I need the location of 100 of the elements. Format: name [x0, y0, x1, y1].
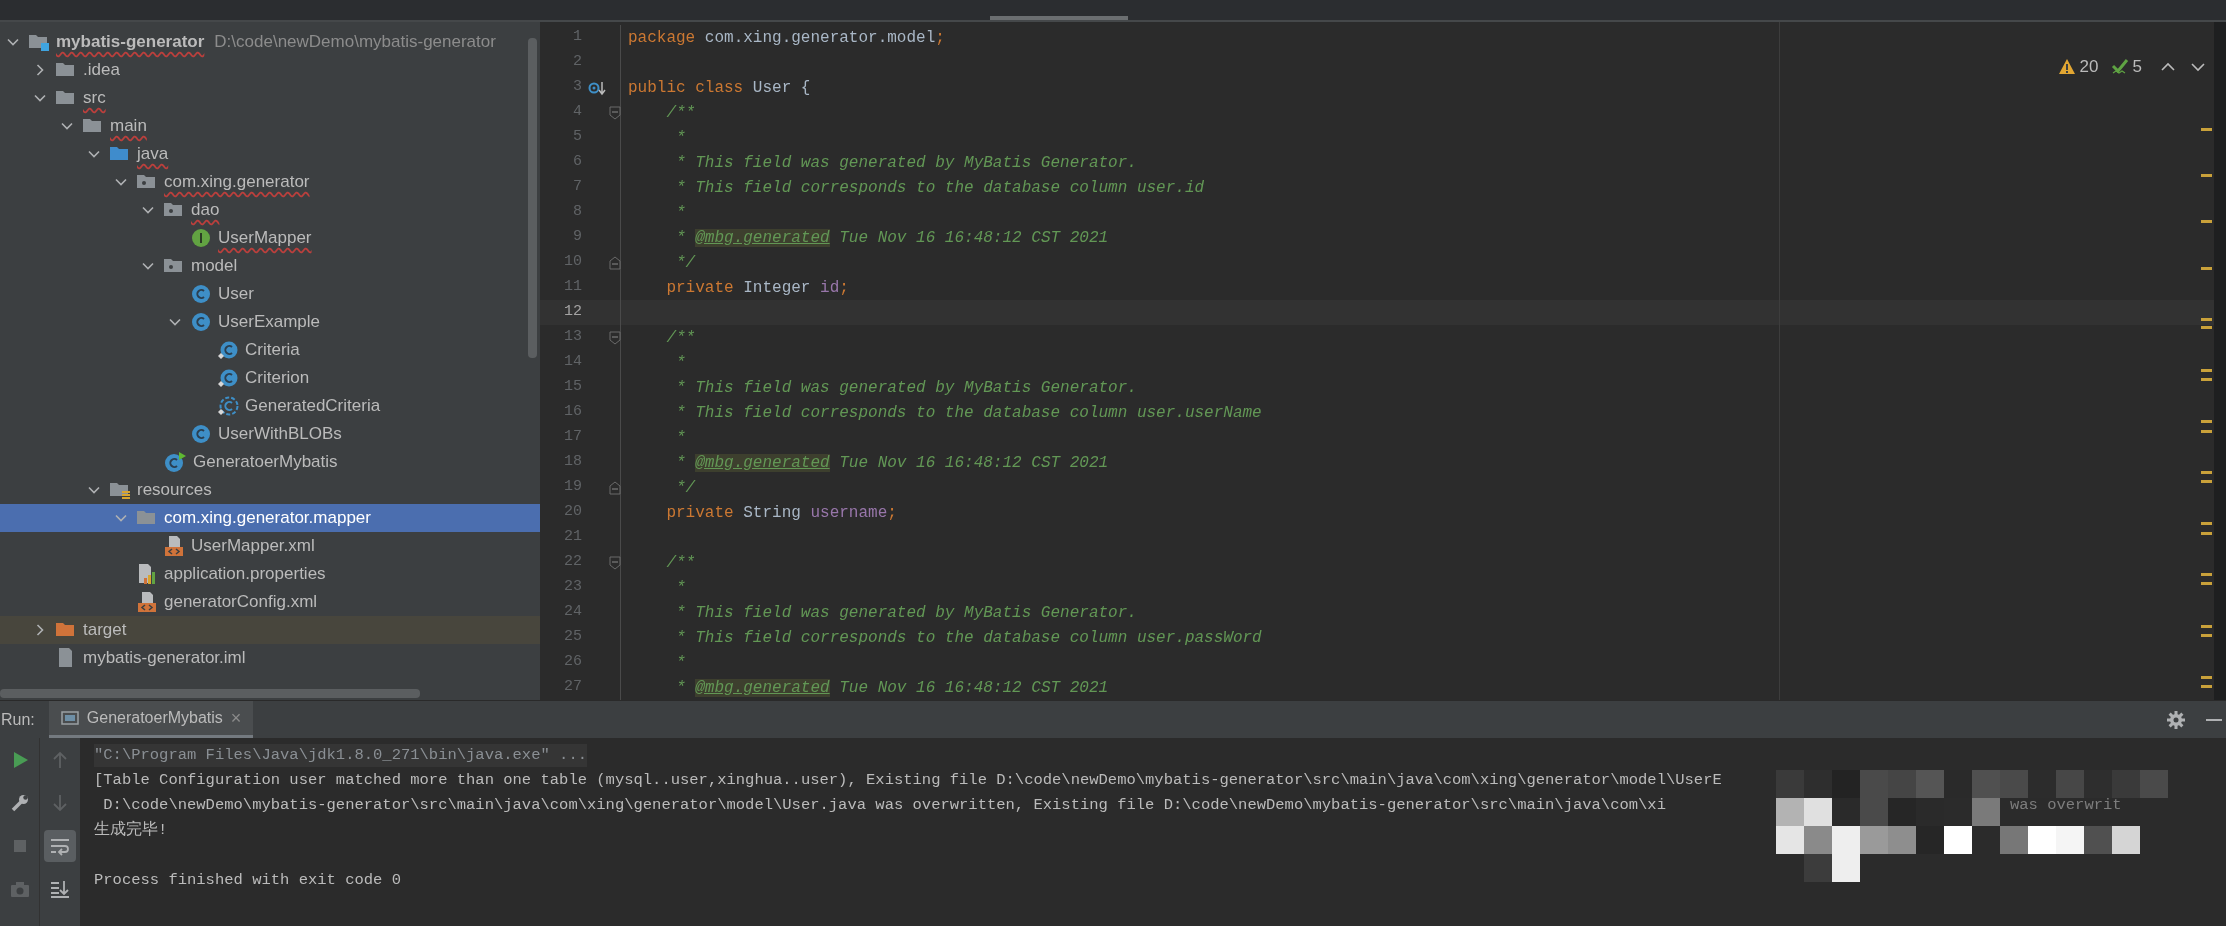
code-line: private String username;: [665, 502, 897, 524]
code-line: * This field was generated by MyBatis Generator.: [675, 377, 1137, 399]
resources-folder-icon: [109, 481, 131, 499]
chevron-down-icon[interactable]: [2190, 60, 2206, 73]
line-number: 15: [563, 377, 582, 398]
folder-icon: [55, 621, 77, 639]
tree-item[interactable]: Criterion: [0, 364, 540, 392]
console-window-icon: [60, 710, 79, 726]
class-icon: [190, 312, 212, 332]
code-line: *: [675, 127, 686, 149]
inner-class-icon: [217, 368, 239, 388]
folder-icon: [55, 61, 77, 79]
class-icon: [190, 284, 212, 304]
tree-item[interactable]: mybatis-generator D:\code\newDemo\mybatis-generator: [0, 28, 540, 56]
tree-item[interactable]: UserMapper.xml: [0, 532, 540, 560]
code-line: * This field was generated by MyBatis Generator.: [675, 152, 1137, 174]
settings-icon[interactable]: [2166, 709, 2186, 730]
line-number: 24: [563, 602, 582, 623]
code-line: * This field corresponds to the database column user.passWord: [675, 627, 1262, 649]
folder-icon: [82, 117, 104, 135]
warning-icon[interactable]: [2057, 58, 2076, 76]
code-line: * @mbg.generated Tue Nov 16 16:48:12 CST 2021: [675, 677, 1109, 699]
line-number: 4: [572, 102, 582, 123]
line-number: 9: [572, 227, 582, 248]
line-number: 10: [563, 252, 582, 273]
code-line: *: [675, 577, 686, 599]
line-number: 27: [563, 677, 582, 698]
tree-item[interactable]: main: [0, 112, 540, 140]
code-line: * @mbg.generated Tue Nov 16 16:48:12 CST 2021: [675, 452, 1109, 474]
code-line: */: [675, 252, 696, 274]
line-number: 13: [563, 327, 582, 348]
tree-item[interactable]: UserWithBLOBs: [0, 420, 540, 448]
line-number: 26: [563, 652, 582, 673]
line-number: 25: [563, 627, 582, 648]
toggle-button[interactable]: [44, 830, 76, 862]
folder-icon: [109, 145, 131, 163]
code-line: * This field corresponds to the database column user.userName: [675, 402, 1262, 424]
tree-item[interactable]: application.properties: [0, 560, 540, 588]
tree-item[interactable]: UserMapper: [0, 224, 540, 252]
folder-icon: [55, 89, 77, 107]
package-icon: [163, 201, 185, 219]
scrollbar-thumb[interactable]: [528, 38, 537, 358]
tree-item[interactable]: .idea: [0, 56, 540, 84]
console-line: D:\code\newDemo\mybatis-generator\src\main\java\com\xing\generator\model\User.java was overwritten, Existing file D:\code\newDemo\mybatis-generator\src\main\java\com\xi: [102, 794, 1666, 816]
line-number: 8: [572, 202, 582, 223]
code-line: *: [675, 202, 686, 224]
scrollbar-thumb[interactable]: [0, 689, 420, 698]
wrench-icon[interactable]: [9, 793, 30, 813]
project-path: D:\code\newDemo\mybatis-generator: [214, 31, 496, 54]
code-line: private Integer id;: [665, 277, 849, 299]
tree-item[interactable]: resources: [0, 476, 540, 504]
tree-item[interactable]: java: [0, 140, 540, 168]
code-line: * This field corresponds to the database column user.id: [675, 177, 1205, 199]
run-tab[interactable]: GeneratoerMybatis ×: [48, 701, 254, 738]
line-number: 2: [572, 52, 582, 73]
tree-item[interactable]: mybatis-generator.iml: [0, 644, 540, 672]
inner-class-icon: [217, 340, 239, 360]
soft-wrap-icon: [49, 836, 71, 856]
tree-item[interactable]: model: [0, 252, 540, 280]
line-number: 19: [563, 477, 582, 498]
xml-file-icon: [163, 535, 185, 557]
tree-item[interactable]: dao: [0, 196, 540, 224]
line-number: 17: [563, 427, 582, 448]
runnable-class-icon: [163, 451, 187, 473]
tree-item[interactable]: generatorConfig.xml: [0, 588, 540, 616]
tree-item[interactable]: com.xing.generator.mapper: [0, 504, 540, 532]
implemented-gutter-icon[interactable]: [588, 79, 608, 96]
scrollbar-thumb[interactable]: [990, 16, 1128, 20]
tree-item[interactable]: GeneratoerMybatis: [0, 448, 540, 476]
line-number: 12: [563, 302, 582, 323]
code-line: /**: [665, 102, 696, 124]
code-line: */: [675, 477, 696, 499]
line-number: 7: [572, 177, 582, 198]
line-number: 11: [563, 277, 582, 298]
console-text-fragment: was overwrit: [2010, 795, 2122, 816]
tree-item[interactable]: User: [0, 280, 540, 308]
line-number: 16: [563, 402, 582, 423]
interface-icon: [190, 228, 212, 248]
panel-title: Run:: [0, 709, 35, 730]
tree-item[interactable]: com.xing.generator: [0, 168, 540, 196]
code-line: public class User {: [628, 77, 811, 99]
line-number: 5: [572, 127, 582, 148]
line-number: 18: [563, 452, 582, 473]
chevron-up-icon[interactable]: [2160, 60, 2176, 73]
line-number: 21: [563, 527, 582, 548]
check-icon[interactable]: [2110, 57, 2129, 76]
console-line: 生成完毕!: [94, 819, 168, 841]
warning-count: 20: [2079, 56, 2099, 78]
package-icon: [163, 257, 185, 275]
tree-item[interactable]: target: [0, 616, 540, 644]
line-number: 22: [563, 552, 582, 573]
tree-item[interactable]: UserExample: [0, 308, 540, 336]
line-number: 14: [563, 352, 582, 373]
tree-item[interactable]: src: [0, 84, 540, 112]
tree-item[interactable]: GeneratedCriteria: [0, 392, 540, 420]
scroll-to-end-icon[interactable]: [49, 879, 71, 899]
code-line: /**: [665, 327, 696, 349]
tree-item[interactable]: Criteria: [0, 336, 540, 364]
folder-icon: [136, 509, 158, 527]
package-icon: [136, 173, 158, 191]
